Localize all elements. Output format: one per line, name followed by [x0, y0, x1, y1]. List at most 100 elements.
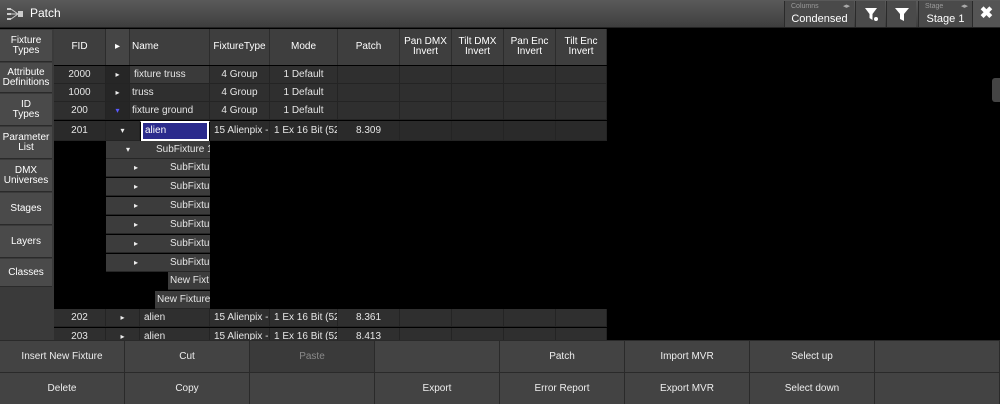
empty-button-bottom-3[interactable] [250, 372, 375, 404]
table-row[interactable]: 202 ▸ alien 15 Alienpix - 1 Ex 16 Bit (5… [54, 309, 607, 327]
columns-label: Columns [791, 3, 819, 10]
expand-arrow-icon[interactable]: ▸ [134, 216, 138, 233]
sub-fixture-name: SubFixture [170, 181, 210, 192]
tilt-enc-invert-cell [556, 102, 607, 120]
copy-button[interactable]: Copy [125, 372, 250, 404]
patch-sidebar: Fixture Types Attribute Definitions ID T… [0, 29, 54, 340]
sub-fixture-group[interactable]: ▾ SubFixture 1 [106, 141, 210, 159]
fid-cell: 2000 [54, 66, 106, 84]
fid-cell: 200 [54, 102, 106, 120]
expand-arrow-icon[interactable]: ▸ [134, 178, 138, 195]
new-fixture-short-row[interactable]: New Fixt [168, 272, 210, 290]
filter-button[interactable] [886, 1, 916, 27]
sub-fixture-name: SubFixture [170, 219, 210, 230]
sidebar-item-stages[interactable]: Stages [0, 193, 52, 225]
tilt-dmx-invert-cell [452, 121, 504, 141]
empty-button-top-8[interactable] [875, 340, 1000, 372]
expand-arrow-icon[interactable]: ▸ [106, 66, 130, 84]
select-up-button[interactable]: Select up [750, 340, 875, 372]
sub-fixture-row[interactable]: ▸ SubFixture [106, 254, 210, 272]
table-row-selected[interactable]: 201 ▾ alien 15 Alienpix - 1 Ex 16 Bit (5… [54, 121, 607, 141]
collapse-arrow-icon[interactable]: ▾ [106, 102, 130, 120]
paste-button[interactable]: Paste [250, 340, 375, 372]
sub-fixture-name: SubFixture [170, 200, 210, 211]
sub-fixture-row[interactable]: ▸ SubFixture [106, 235, 210, 253]
sidebar-item-attribute-definitions[interactable]: Attribute Definitions [0, 63, 52, 93]
cut-button[interactable]: Cut [125, 340, 250, 372]
filter-settings-button[interactable] [855, 1, 885, 27]
sidebar-item-id-types[interactable]: ID Types [0, 94, 52, 126]
side-panel-handle[interactable] [992, 78, 1000, 102]
import-mvr-button[interactable]: Import MVR [625, 340, 750, 372]
new-fixture-row[interactable]: New Fixture [155, 291, 210, 309]
expand-arrow-icon[interactable]: ▸ [106, 84, 130, 102]
sub-fixture-row[interactable]: ▸ SubFixture [106, 159, 210, 177]
sidebar-item-fixture-types[interactable]: Fixture Types [0, 30, 52, 62]
collapse-arrow-icon[interactable]: ▾ [126, 141, 130, 158]
tilt-dmx-invert-cell [452, 328, 504, 340]
error-report-button[interactable]: Error Report [500, 372, 625, 404]
table-row[interactable]: 203 ▸ alien 15 Alienpix - 1 Ex 16 Bit (5… [54, 328, 607, 340]
expand-arrow-icon[interactable]: ▸ [134, 159, 138, 176]
name-cell: alien [140, 309, 210, 327]
fixturetype-cell: 15 Alienpix - [210, 121, 270, 141]
empty-button-bottom-8[interactable] [875, 372, 1000, 404]
columns-arrows-icon: ◂▸ [842, 3, 850, 10]
patch-table: FID ▸ Name FixtureType Mode Patch Pan DM… [54, 29, 607, 340]
sidebar-item-parameter-list[interactable]: Parameter List [0, 127, 52, 159]
fid-cell: 202 [54, 309, 106, 327]
patch-button[interactable]: Patch [500, 340, 625, 372]
column-header-tilt-dmx-invert[interactable]: Tilt DMX Invert [452, 29, 504, 65]
patch-cell: 8.361 [338, 309, 400, 327]
expand-arrow-icon[interactable]: ▸ [106, 309, 140, 327]
pan-dmx-invert-cell [400, 328, 452, 340]
column-header-fid[interactable]: FID [54, 29, 106, 65]
column-header-expand[interactable]: ▸ [106, 29, 130, 65]
filter-icon [895, 8, 909, 21]
insert-new-fixture-button[interactable]: Insert New Fixture [0, 340, 125, 372]
sidebar-item-layers[interactable]: Layers [0, 226, 52, 258]
name-cell: truss [130, 84, 210, 102]
column-header-name[interactable]: Name [130, 29, 210, 65]
tilt-enc-invert-cell [556, 328, 607, 340]
close-button[interactable]: ✖ [972, 1, 1000, 27]
column-header-mode[interactable]: Mode [270, 29, 338, 65]
export-mvr-button[interactable]: Export MVR [625, 372, 750, 404]
delete-button[interactable]: Delete [0, 372, 125, 404]
stage-selector[interactable]: Stage ◂▸ Stage 1 [918, 1, 972, 27]
pan-enc-invert-cell [504, 84, 556, 102]
table-row[interactable]: 200 ▾ fixture ground 4 Group 1 Default [54, 102, 607, 120]
table-row[interactable]: 2000 ▸ fixture truss 4 Group 1 Default [54, 66, 607, 84]
fid-cell: 1000 [54, 84, 106, 102]
stage-label: Stage [925, 3, 944, 10]
columns-selector[interactable]: Columns ◂▸ Condensed [784, 1, 854, 27]
expand-arrow-icon[interactable]: ▸ [134, 235, 138, 252]
sub-fixture-row[interactable]: ▸ SubFixture [106, 178, 210, 196]
fid-cell: 201 [54, 121, 106, 141]
expand-arrow-icon[interactable]: ▸ [134, 197, 138, 214]
name-edit-field[interactable]: alien [141, 121, 209, 141]
tilt-enc-invert-cell [556, 84, 607, 102]
sidebar-item-classes[interactable]: Classes [0, 259, 52, 287]
fixturetype-cell: 15 Alienpix - [210, 328, 270, 340]
fixturetype-cell: 4 Group [210, 84, 270, 102]
pan-enc-invert-cell [504, 66, 556, 84]
column-header-pan-dmx-invert[interactable]: Pan DMX Invert [400, 29, 452, 65]
expand-arrow-icon[interactable]: ▸ [106, 328, 140, 340]
filter-settings-icon [865, 8, 878, 21]
column-header-patch[interactable]: Patch [338, 29, 400, 65]
column-header-pan-enc-invert[interactable]: Pan Enc Invert [504, 29, 556, 65]
column-header-fixturetype[interactable]: FixtureType [210, 29, 270, 65]
sidebar-item-dmx-universes[interactable]: DMX Universes [0, 160, 52, 192]
sub-fixture-name: SubFixture [170, 162, 210, 173]
sub-fixture-row[interactable]: ▸ SubFixture [106, 197, 210, 215]
empty-button-top-4[interactable] [375, 340, 500, 372]
expand-arrow-icon[interactable]: ▸ [134, 254, 138, 271]
sub-fixture-row[interactable]: ▸ SubFixture [106, 216, 210, 234]
select-down-button[interactable]: Select down [750, 372, 875, 404]
patch-cell [338, 102, 400, 120]
collapse-arrow-icon[interactable]: ▾ [106, 121, 140, 141]
export-button[interactable]: Export [375, 372, 500, 404]
table-row[interactable]: 1000 ▸ truss 4 Group 1 Default [54, 84, 607, 102]
column-header-tilt-enc-invert[interactable]: Tilt Enc Invert [556, 29, 607, 65]
